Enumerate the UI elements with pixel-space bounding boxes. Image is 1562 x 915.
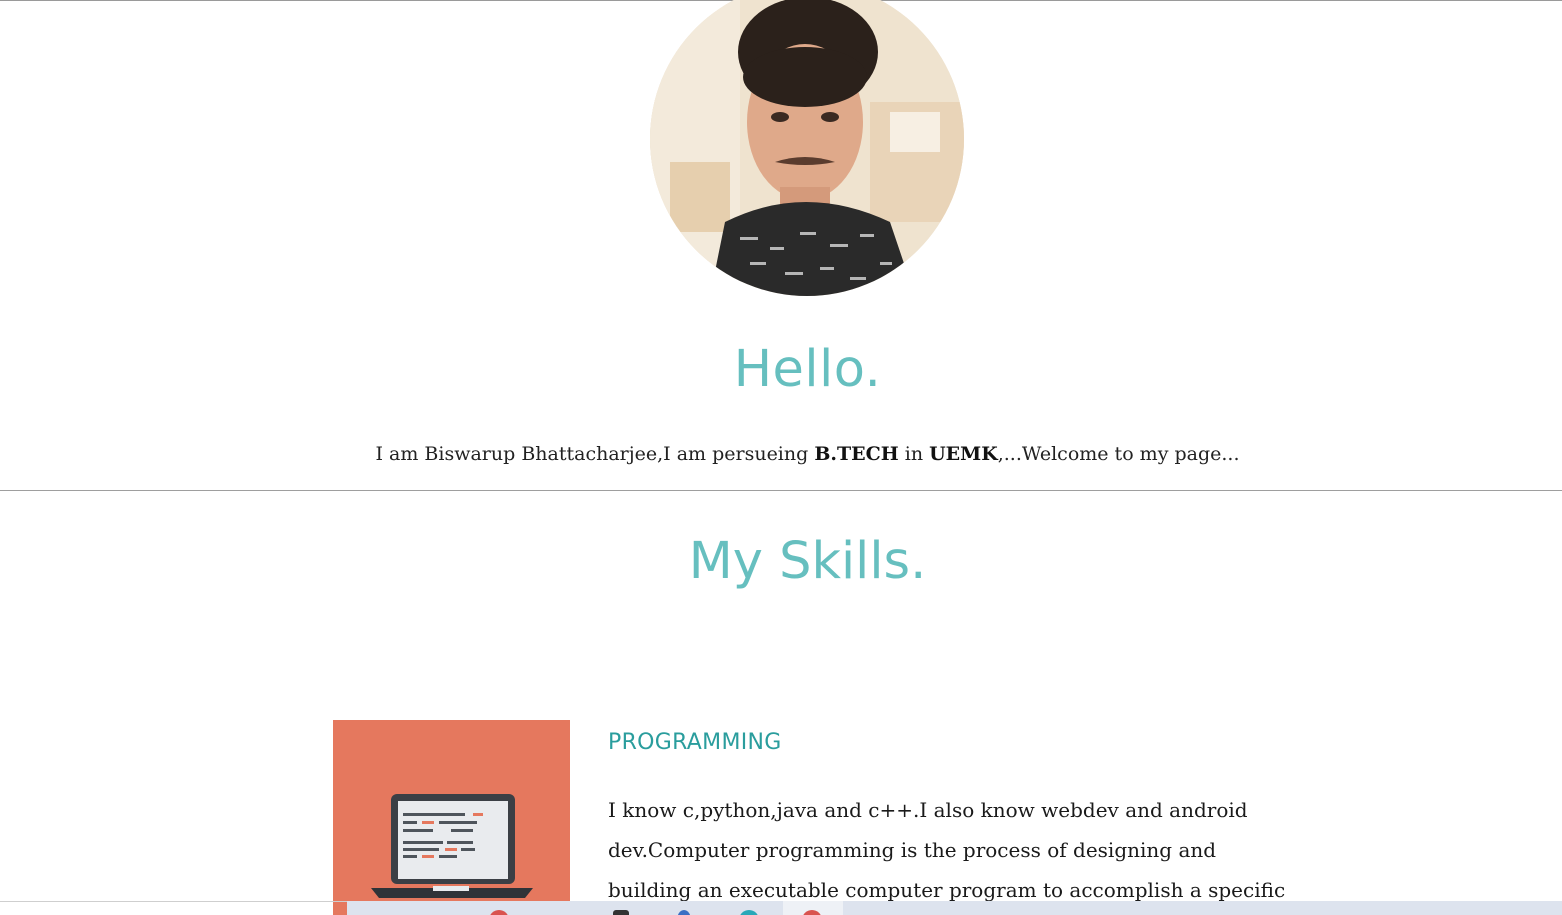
bottom-border [0,901,347,902]
red-app-icon[interactable] [489,910,509,915]
intro-text: I am Biswarup Bhattacharjee,I am persuei… [0,443,1562,465]
intro-college: UEMK [929,443,998,465]
skill-description-programming: I know c,python,java and c++.I also know… [608,798,1286,902]
section-divider [0,490,1562,491]
intro-part: ,...Welcome to my page... [997,443,1240,465]
page: Hello. I am Biswarup Bhattacharjee,I am … [0,0,1562,915]
skills-heading: My Skills. [688,532,927,591]
skill-heading-programming: PROGRAMMING [608,730,782,755]
intro-part: in [898,443,930,465]
taskbar [347,901,1562,915]
blue-app-icon[interactable] [677,910,691,915]
profile-photo [650,0,964,296]
greeting-heading: Hello. [733,340,882,399]
dark-app-icon[interactable] [613,910,629,915]
intro-degree: B.TECH [814,443,899,465]
intro-part: I am Biswarup Bhattacharjee,I am persuei… [375,443,815,465]
teal-app-icon[interactable] [739,910,759,915]
laptop-code-icon [333,720,570,915]
